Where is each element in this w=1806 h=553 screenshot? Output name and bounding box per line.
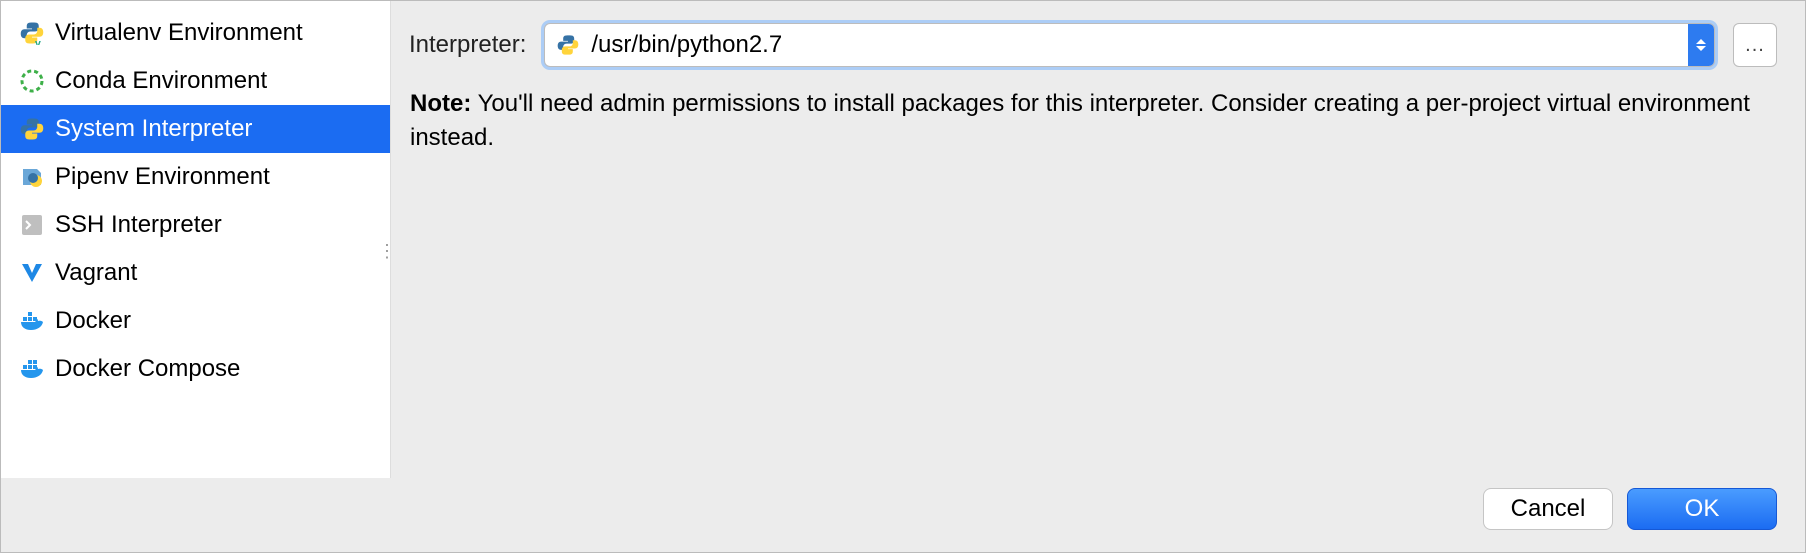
dropdown-spinner-icon	[1688, 24, 1714, 66]
python-icon	[19, 116, 45, 142]
sidebar-item-label: Docker	[55, 307, 131, 335]
python-icon	[557, 34, 579, 56]
interpreter-value: /usr/bin/python2.7	[591, 31, 1688, 59]
sidebar-item-label: Pipenv Environment	[55, 163, 270, 191]
note-bold: Note:	[410, 90, 471, 117]
sidebar-item-docker-compose[interactable]: Docker Compose	[1, 345, 390, 393]
sidebar-item-label: Virtualenv Environment	[55, 19, 303, 47]
ellipsis-icon: ...	[1745, 34, 1765, 57]
sidebar-item-pipenv[interactable]: Pipenv Environment	[1, 153, 390, 201]
sidebar-item-vagrant[interactable]: Vagrant	[1, 249, 390, 297]
sidebar-item-system-interpreter[interactable]: System Interpreter	[1, 105, 390, 153]
browse-button[interactable]: ...	[1733, 23, 1777, 67]
sidebar-item-ssh[interactable]: SSH Interpreter	[1, 201, 390, 249]
pipenv-icon	[19, 164, 45, 190]
sidebar-item-label: SSH Interpreter	[55, 211, 222, 239]
cancel-label: Cancel	[1511, 495, 1586, 523]
sidebar-item-label: System Interpreter	[55, 115, 252, 143]
ok-label: OK	[1685, 495, 1720, 523]
sidebar-item-conda[interactable]: Conda Environment	[1, 57, 390, 105]
docker-compose-icon	[19, 356, 45, 382]
docker-icon	[19, 308, 45, 334]
vagrant-icon	[19, 260, 45, 286]
sidebar-item-label: Vagrant	[55, 259, 137, 287]
sidebar-item-label: Conda Environment	[55, 67, 267, 95]
ok-button[interactable]: OK	[1627, 488, 1777, 530]
cancel-button[interactable]: Cancel	[1483, 488, 1613, 530]
sidebar-item-virtualenv[interactable]: v Virtualenv Environment	[1, 9, 390, 57]
interpreter-dropdown[interactable]: /usr/bin/python2.7	[544, 23, 1715, 67]
dialog-footer: Cancel OK	[1, 478, 1805, 552]
sidebar-item-docker[interactable]: Docker	[1, 297, 390, 345]
ssh-icon	[19, 212, 45, 238]
content-panel: Interpreter: /usr/bin/python2.7 ... Note…	[391, 1, 1805, 478]
note-text: Note: You'll need admin permissions to i…	[409, 87, 1777, 154]
sidebar-item-label: Docker Compose	[55, 355, 240, 383]
svg-text:v: v	[35, 38, 41, 46]
note-body: You'll need admin permissions to install…	[410, 90, 1750, 151]
interpreter-label: Interpreter:	[409, 31, 526, 59]
conda-icon	[19, 68, 45, 94]
interpreter-type-sidebar: v Virtualenv Environment Conda Environme…	[1, 1, 391, 478]
python-v-icon: v	[19, 20, 45, 46]
